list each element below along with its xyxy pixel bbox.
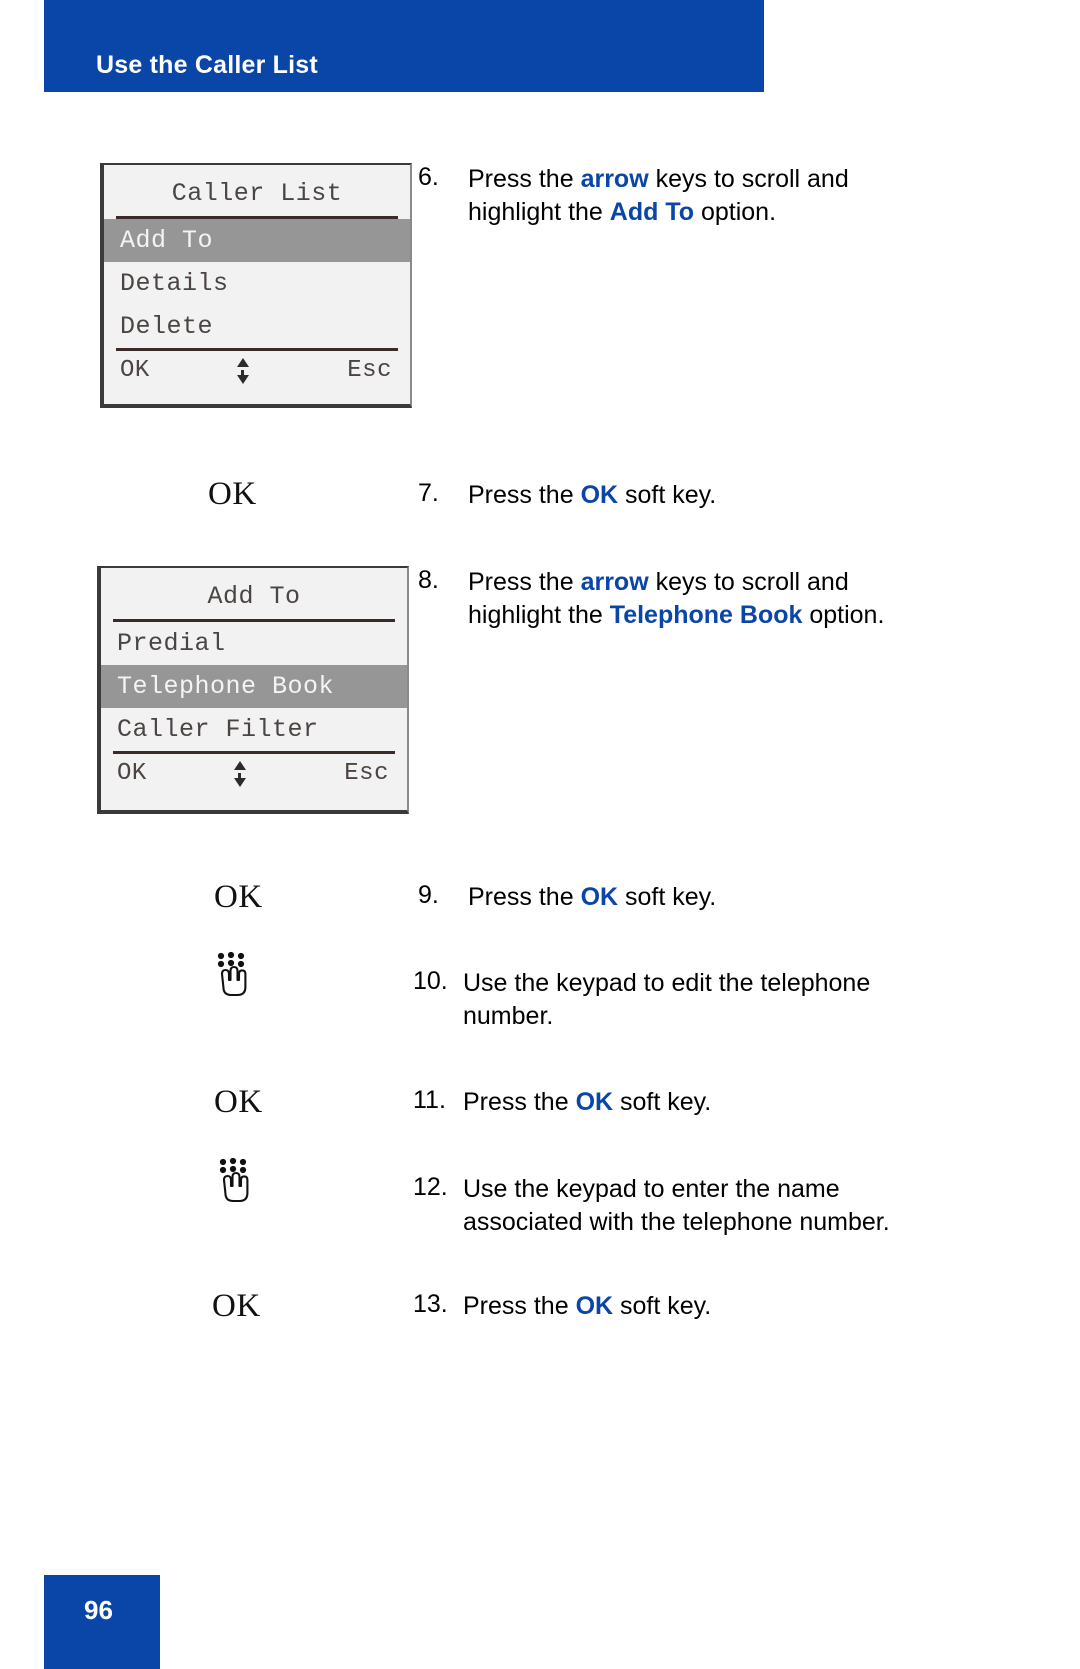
step-11: 11. Press the OK soft key. [413, 1086, 943, 1119]
lcd-menu-item-delete[interactable]: Delete [104, 305, 410, 348]
emphasis-arrow: arrow [580, 568, 649, 596]
step-6: 6. Press the arrow keys to scroll and hi… [418, 163, 938, 229]
caller-list-screen: Caller List Add To Details Delete OK Esc [100, 163, 412, 408]
keypad-icon[interactable] [212, 950, 252, 1006]
lcd-title: Add To [207, 582, 301, 611]
emphasis-ok: OK [575, 1292, 614, 1320]
step-number: 6. [418, 163, 439, 191]
lcd-menu-item-add-to[interactable]: Add To [104, 219, 410, 262]
lcd-softkey-esc[interactable]: Esc [344, 760, 389, 787]
step-7: 7. Press the OK soft key. [418, 479, 938, 512]
ok-soft-key-glyph-7[interactable]: OK [208, 476, 257, 513]
step-9: 9. Press the OK soft key. [418, 881, 938, 914]
step-number: 10. [413, 967, 448, 995]
emphasis-ok: OK [580, 883, 619, 911]
scroll-updown-icon [236, 357, 249, 384]
emphasis-ok: OK [575, 1088, 614, 1116]
step-number: 13. [413, 1290, 448, 1318]
emphasis-arrow: arrow [580, 165, 649, 193]
step-text: Press the OK soft key. [468, 481, 717, 509]
step-text: Press the OK soft key. [468, 883, 717, 911]
emphasis-telephone-book: Telephone Book [609, 601, 803, 629]
step-text: Press the arrow keys to scroll and highl… [468, 165, 849, 226]
step-text: Press the OK soft key. [463, 1292, 712, 1320]
page-number-tab: 96 [44, 1575, 160, 1669]
ok-soft-key-glyph-9[interactable]: OK [214, 879, 263, 916]
step-8: 8. Press the arrow keys to scroll and hi… [418, 566, 938, 632]
step-number: 9. [418, 881, 439, 909]
keypad-icon[interactable] [214, 1156, 254, 1212]
step-12: 12. Use the keypad to enter the name ass… [413, 1173, 943, 1239]
step-text: Press the arrow keys to scroll and highl… [468, 568, 885, 629]
page-header-banner: Use the Caller List [44, 0, 764, 92]
add-to-screen: Add To Predial Telephone Book Caller Fil… [97, 566, 409, 814]
lcd-softkey-bar: OK Esc [104, 351, 410, 388]
step-text: Press the OK soft key. [463, 1088, 712, 1116]
lcd-menu-item-caller-filter[interactable]: Caller Filter [101, 708, 407, 751]
ok-soft-key-glyph-11[interactable]: OK [214, 1084, 263, 1121]
lcd-softkey-esc[interactable]: Esc [347, 357, 392, 384]
step-text: Use the keypad to edit the telephone num… [463, 969, 871, 1030]
step-text: Use the keypad to enter the name associa… [463, 1175, 890, 1236]
lcd-menu-item-predial[interactable]: Predial [101, 622, 407, 665]
emphasis-ok: OK [580, 481, 619, 509]
lcd-menu-item-details[interactable]: Details [104, 262, 410, 305]
lcd-menu-item-telephone-book[interactable]: Telephone Book [101, 665, 407, 708]
keypad-hand-icon [219, 1157, 249, 1203]
step-number: 8. [418, 566, 439, 594]
keypad-hand-icon [217, 951, 247, 997]
step-10: 10. Use the keypad to edit the telephone… [413, 967, 943, 1033]
page-number: 96 [84, 1595, 113, 1625]
step-number: 7. [418, 479, 439, 507]
ok-soft-key-glyph-13[interactable]: OK [212, 1288, 261, 1325]
scroll-updown-icon [233, 760, 246, 787]
emphasis-add-to: Add To [609, 198, 695, 226]
lcd-softkey-ok[interactable]: OK [117, 760, 147, 787]
lcd-softkey-ok[interactable]: OK [120, 357, 150, 384]
lcd-title: Caller List [171, 179, 343, 208]
step-number: 12. [413, 1173, 448, 1201]
step-13: 13. Press the OK soft key. [413, 1290, 943, 1323]
page-title: Use the Caller List [96, 51, 318, 79]
step-number: 11. [413, 1086, 446, 1114]
lcd-softkey-bar: OK Esc [101, 754, 407, 791]
